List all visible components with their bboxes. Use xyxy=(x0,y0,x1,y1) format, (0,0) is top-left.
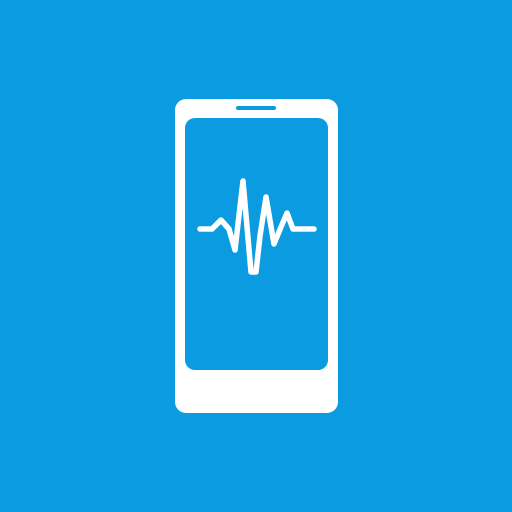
phone-waveform-icon xyxy=(0,0,512,512)
app-icon-tile xyxy=(0,0,512,512)
phone-speaker-slot xyxy=(236,106,276,110)
